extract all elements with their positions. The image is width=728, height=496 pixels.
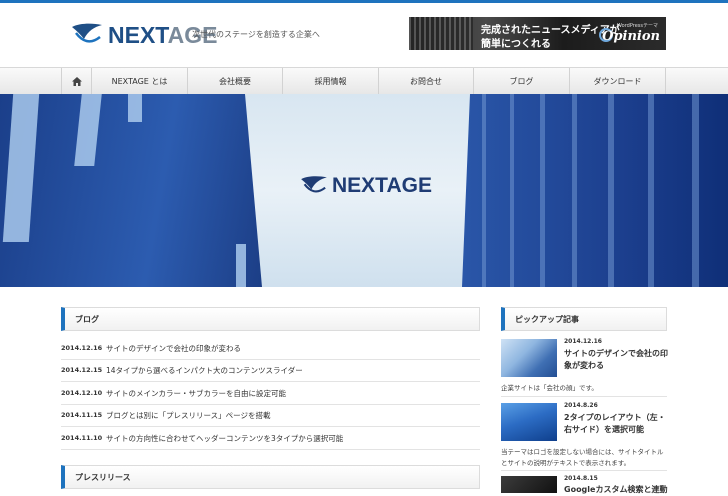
- pickup-divider: [501, 470, 667, 471]
- banner-brand: Opinion: [602, 29, 660, 44]
- banner-image: [409, 17, 473, 50]
- press-heading: プレスリリース: [61, 465, 480, 489]
- hero-building-right: [462, 94, 728, 287]
- post-date: 2014.12.15: [61, 366, 103, 374]
- post-title[interactable]: サイトのメインカラー・サブカラーを自由に設定可能: [106, 388, 286, 399]
- pickup-desc: 当テーマはロゴを設定しない場合には、サイトタイトルとサイトの説明がテキストで表示…: [501, 448, 664, 467]
- post-title[interactable]: ブログとは別に「プレスリリース」ページを搭載: [106, 410, 270, 421]
- logo-mark-icon: [72, 23, 102, 43]
- hero-building-left: [0, 94, 262, 287]
- nav-item-about[interactable]: NEXTAGE とは: [92, 68, 188, 94]
- pickup-item[interactable]: 2014.8.15 Googleカスタム検索と連動: [501, 475, 668, 496]
- pickup-divider: [501, 396, 667, 397]
- post-date: 2014.11.10: [61, 434, 103, 442]
- pickup-thumbnail[interactable]: [501, 339, 557, 377]
- top-accent-bar: [0, 0, 728, 3]
- global-nav: NEXTAGE とは 会社概要 採用情報 お問合せ ブログ ダウンロード: [0, 67, 728, 95]
- pickup-heading: ピックアップ記事: [501, 307, 667, 331]
- nav-item-download[interactable]: ダウンロード: [570, 68, 666, 94]
- home-icon: [71, 76, 82, 86]
- site-tagline: 次世代のステージを創造する企業へ: [192, 30, 320, 39]
- pickup-item[interactable]: 2014.8.26 2タイプのレイアウト（左・右サイド）を選択可能 当テーマはロ…: [501, 402, 668, 469]
- pickup-date: 2014.8.26: [564, 402, 598, 409]
- nav-item-contact[interactable]: お問合せ: [379, 68, 474, 94]
- pickup-title[interactable]: Googleカスタム検索と連動: [564, 484, 668, 496]
- blog-heading: ブログ: [61, 307, 480, 331]
- pickup-title[interactable]: サイトのデザインで会社の印象が変わる: [564, 348, 668, 372]
- post-title[interactable]: サイトのデザインで会社の印象が変わる: [106, 343, 241, 354]
- blog-post-row[interactable]: 2014.11.10 サイトの方向性に合わせてヘッダーコンテンツを3タイプから選…: [61, 427, 480, 450]
- blog-post-row[interactable]: 2014.12.15 14タイプから選べるインパクト大のコンテンツスライダー: [61, 359, 480, 382]
- post-title[interactable]: 14タイプから選べるインパクト大のコンテンツスライダー: [106, 365, 303, 376]
- hero-logo: NEXTAGE: [299, 174, 432, 198]
- nav-item-company[interactable]: 会社概要: [188, 68, 283, 94]
- pickup-desc: 企業サイトは「会社の顔」です。: [501, 384, 598, 392]
- banner-line2: 簡単につくれる: [481, 39, 551, 50]
- blog-post-row[interactable]: 2014.12.16 サイトのデザインで会社の印象が変わる: [61, 337, 480, 360]
- hero-logo-mark-icon: [301, 176, 327, 193]
- hero-logo-text: NEXTAGE: [332, 174, 432, 197]
- pickup-item[interactable]: 2014.12.16 サイトのデザインで会社の印象が変わる 企業サイトは「会社の…: [501, 338, 668, 395]
- logo-text-a: NEXT: [108, 21, 168, 48]
- pickup-thumbnail[interactable]: [501, 476, 557, 493]
- nav-home[interactable]: [61, 68, 92, 94]
- blog-post-row[interactable]: 2014.12.10 サイトのメインカラー・サブカラーを自由に設定可能: [61, 382, 480, 405]
- post-date: 2014.12.16: [61, 344, 103, 352]
- post-title[interactable]: サイトの方向性に合わせてヘッダーコンテンツを3タイプから選択可能: [106, 433, 343, 444]
- post-date: 2014.12.10: [61, 389, 103, 397]
- pickup-title[interactable]: 2タイプのレイアウト（左・右サイド）を選択可能: [564, 412, 668, 436]
- pickup-date: 2014.8.15: [564, 475, 598, 482]
- blog-post-row[interactable]: 2014.11.15 ブログとは別に「プレスリリース」ページを搭載: [61, 404, 480, 427]
- header-ad-banner[interactable]: 完成されたニュースメディアが 簡単につくれる WordPressテーマ Opin…: [409, 17, 666, 50]
- banner-brand-small: WordPressテーマ: [616, 23, 658, 29]
- pickup-date: 2014.12.16: [564, 338, 602, 345]
- post-date: 2014.11.15: [61, 411, 103, 419]
- pickup-thumbnail[interactable]: [501, 403, 557, 441]
- nav-item-blog[interactable]: ブログ: [474, 68, 570, 94]
- nav-item-recruit[interactable]: 採用情報: [283, 68, 379, 94]
